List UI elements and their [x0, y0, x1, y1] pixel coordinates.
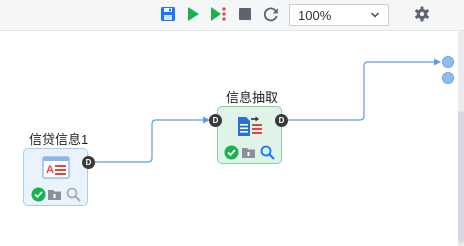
connection-anchor[interactable] [442, 56, 454, 68]
form-document-icon: A [42, 156, 70, 179]
svg-text:A: A [46, 164, 54, 176]
input-port[interactable]: D [209, 114, 222, 127]
toolbar: 100% [0, 0, 464, 31]
run-icon[interactable] [184, 5, 202, 23]
success-icon [224, 145, 239, 160]
step-run-icon[interactable] [209, 5, 227, 23]
zoom-select[interactable]: 100% [289, 4, 389, 26]
node-label-credit: 信贷信息1 [29, 132, 89, 147]
node-credit-info[interactable]: A [23, 148, 88, 206]
chevron-down-icon [371, 12, 379, 18]
search-icon[interactable] [260, 145, 275, 160]
folder-icon[interactable] [241, 145, 256, 160]
success-icon [31, 187, 46, 202]
extract-document-icon [238, 116, 262, 136]
save-icon[interactable] [159, 5, 177, 23]
vertical-scrollbar[interactable] [458, 31, 464, 246]
connection-anchor[interactable] [442, 72, 454, 84]
refresh-icon[interactable] [262, 5, 280, 23]
output-port[interactable]: D [82, 156, 95, 169]
node-info-extract[interactable] [217, 106, 282, 164]
search-icon[interactable] [66, 187, 81, 202]
scrollbar-thumb[interactable] [458, 111, 464, 243]
folder-icon[interactable] [47, 187, 62, 202]
gear-icon[interactable] [413, 5, 431, 23]
node-label-extract: 信息抽取 [226, 90, 279, 105]
stop-icon[interactable] [236, 5, 254, 23]
zoom-value: 100% [298, 8, 332, 23]
output-port[interactable]: D [275, 114, 288, 127]
